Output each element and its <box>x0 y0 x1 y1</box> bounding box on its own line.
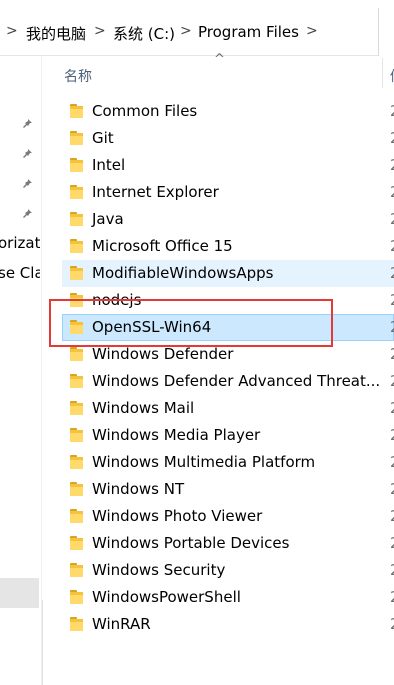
file-name: Java <box>92 210 124 228</box>
file-row[interactable]: Windows Multimedia Platform 2 <box>62 449 394 476</box>
file-row[interactable]: WinRAR 2 <box>62 611 394 638</box>
column-header-name[interactable]: 名称 <box>64 66 92 86</box>
breadcrumb-item-drive-c[interactable]: 系统 (C:) <box>113 23 175 44</box>
file-date-partial: 2 <box>390 318 394 336</box>
file-date-partial: 2 <box>390 210 394 228</box>
folder-icon <box>70 239 83 253</box>
nav-item-partial[interactable]: orizati <box>0 234 40 252</box>
column-divider[interactable] <box>382 58 383 88</box>
folder-icon <box>70 536 83 550</box>
file-date-partial: 2 <box>390 453 394 471</box>
folder-icon <box>70 590 83 604</box>
file-name: Windows Security <box>92 561 226 579</box>
file-name: Windows NT <box>92 480 185 498</box>
file-date-partial: 2 <box>390 615 394 633</box>
file-date-partial: 2 <box>390 507 394 525</box>
file-date-partial: 2 <box>390 588 394 606</box>
file-row[interactable]: Windows Photo Viewer 2 <box>62 503 394 530</box>
file-name: Windows Defender <box>92 345 234 363</box>
file-row[interactable]: Windows Portable Devices 2 <box>62 530 394 557</box>
file-name: Intel <box>92 156 126 174</box>
folder-icon <box>70 374 83 388</box>
file-date-partial: 2 <box>390 291 394 309</box>
navigation-pane[interactable]: orizati se Cla <box>0 56 40 685</box>
folder-icon <box>70 455 83 469</box>
file-date-partial: 2 <box>390 345 394 363</box>
pin-icon[interactable] <box>21 206 35 220</box>
highlight-annotation <box>49 299 333 347</box>
file-name: Windows Portable Devices <box>92 534 290 552</box>
folder-icon <box>70 104 83 118</box>
pin-icon[interactable] <box>21 146 35 160</box>
folder-icon <box>70 347 83 361</box>
file-name: Microsoft Office 15 <box>92 237 233 255</box>
pane-splitter[interactable] <box>41 56 42 685</box>
file-name: Windows Photo Viewer <box>92 507 263 525</box>
file-list: Common Files2Git2Intel2Internet Explorer… <box>62 98 394 638</box>
file-date-partial: 2 <box>390 534 394 552</box>
file-row[interactable]: Windows Defender Advanced Threat... 2 <box>62 368 394 395</box>
folder-icon <box>70 266 83 280</box>
file-name: Git <box>92 129 114 147</box>
file-row[interactable]: Windows Media Player 2 <box>62 422 394 449</box>
folder-icon <box>70 563 83 577</box>
breadcrumb-item-program-files[interactable]: Program Files <box>198 23 299 41</box>
file-name: Windows Mail <box>92 399 195 417</box>
nav-item-partial[interactable]: se Cla <box>0 264 40 282</box>
file-row[interactable]: Common Files 2 <box>62 98 394 125</box>
file-row[interactable]: Internet Explorer 2 <box>62 179 394 206</box>
folder-icon <box>70 185 83 199</box>
file-row[interactable]: Windows Security 2 <box>62 557 394 584</box>
file-date-partial: 2 <box>390 102 394 120</box>
folder-icon <box>70 131 83 145</box>
file-date-partial: 2 <box>390 183 394 201</box>
file-date-partial: 2 <box>390 561 394 579</box>
file-row[interactable]: ModifiableWindowsApps 2 <box>62 260 394 287</box>
divider <box>42 600 43 685</box>
folder-icon <box>70 617 83 631</box>
file-row[interactable]: Intel 2 <box>62 152 394 179</box>
file-date-partial: 2 <box>390 264 394 282</box>
file-date-partial: 2 <box>390 237 394 255</box>
sort-ascending-icon: ^ <box>214 52 225 67</box>
file-name: Windows Defender Advanced Threat... <box>92 372 381 390</box>
folder-icon <box>70 401 83 415</box>
file-row[interactable]: Windows Mail 2 <box>62 395 394 422</box>
file-name: WinRAR <box>92 615 151 633</box>
file-row[interactable]: WindowsPowerShell 2 <box>62 584 394 611</box>
file-row[interactable]: Windows NT 2 <box>62 476 394 503</box>
file-name: ModifiableWindowsApps <box>92 264 274 282</box>
nav-item-selected[interactable] <box>0 578 39 608</box>
folder-icon <box>70 158 83 172</box>
file-name: Internet Explorer <box>92 183 219 201</box>
folder-icon <box>70 428 83 442</box>
column-header-date-partial[interactable]: 修 <box>390 66 394 86</box>
file-name: Windows Multimedia Platform <box>92 453 316 471</box>
file-row[interactable]: Java 2 <box>62 206 394 233</box>
folder-icon <box>70 509 83 523</box>
breadcrumb: > 我的电脑 > 系统 (C:) > Program Files > <box>0 14 378 50</box>
file-date-partial: 2 <box>390 399 394 417</box>
breadcrumb-item-my-computer[interactable]: 我的电脑 <box>26 23 86 44</box>
pin-icon[interactable] <box>21 176 35 190</box>
pin-icon[interactable] <box>21 116 35 130</box>
file-name: Windows Media Player <box>92 426 261 444</box>
file-date-partial: 2 <box>390 372 394 390</box>
file-date-partial: 2 <box>390 129 394 147</box>
chevron-right-icon[interactable]: > <box>94 23 106 39</box>
address-bar[interactable]: > 我的电脑 > 系统 (C:) > Program Files > <box>0 8 394 56</box>
chevron-right-icon[interactable]: > <box>6 23 18 39</box>
folder-icon <box>70 482 83 496</box>
address-dropdown-edge[interactable] <box>378 8 394 56</box>
chevron-right-icon[interactable]: > <box>180 23 192 39</box>
file-row[interactable]: Git 2 <box>62 125 394 152</box>
file-row[interactable]: Microsoft Office 15 2 <box>62 233 394 260</box>
file-name: WindowsPowerShell <box>92 588 241 606</box>
folder-icon <box>70 212 83 226</box>
file-name: Common Files <box>92 102 198 120</box>
file-date-partial: 2 <box>390 156 394 174</box>
chevron-right-icon[interactable]: > <box>306 23 318 39</box>
file-date-partial: 2 <box>390 426 394 444</box>
file-date-partial: 2 <box>390 480 394 498</box>
